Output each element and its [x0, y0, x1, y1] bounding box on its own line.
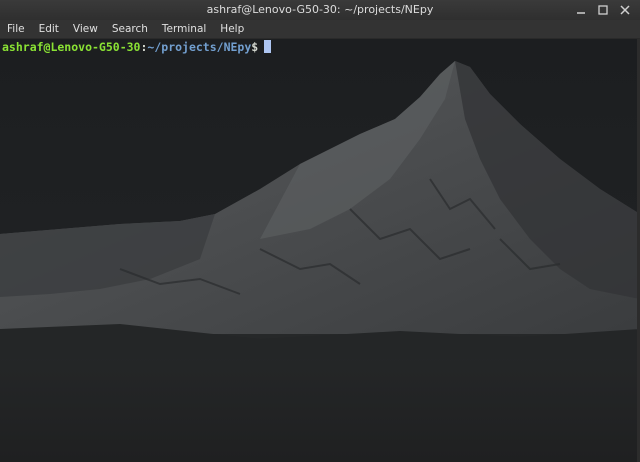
menu-view[interactable]: View: [66, 20, 105, 38]
menu-help[interactable]: Help: [213, 20, 251, 38]
menu-file[interactable]: File: [0, 20, 32, 38]
command-prompt[interactable]: ashraf@Lenovo-G50-30:~/projects/NEpy$: [2, 40, 272, 54]
maximize-icon[interactable]: [596, 3, 610, 17]
menu-bar: File Edit View Search Terminal Help: [0, 20, 640, 39]
prompt-symbol: $: [251, 40, 259, 54]
mountain-background-image: [0, 39, 640, 462]
prompt-path: ~/projects/NEpy: [147, 40, 252, 54]
prompt-user-host: ashraf@Lenovo-G50-30: [2, 40, 141, 54]
title-bar[interactable]: ashraf@Lenovo-G50-30: ~/projects/NEpy: [0, 0, 640, 21]
text-cursor: [264, 40, 272, 53]
minimize-icon[interactable]: [574, 3, 588, 17]
terminal-window: ashraf@Lenovo-G50-30: ~/projects/NEpy Fi…: [0, 0, 640, 462]
window-controls: [574, 2, 632, 18]
window-title: ashraf@Lenovo-G50-30: ~/projects/NEpy: [206, 3, 434, 16]
menu-search[interactable]: Search: [105, 20, 155, 38]
menu-terminal[interactable]: Terminal: [155, 20, 213, 38]
terminal-area[interactable]: ashraf@Lenovo-G50-30:~/projects/NEpy$: [0, 39, 640, 462]
menu-edit[interactable]: Edit: [32, 20, 66, 38]
close-icon[interactable]: [618, 3, 632, 17]
